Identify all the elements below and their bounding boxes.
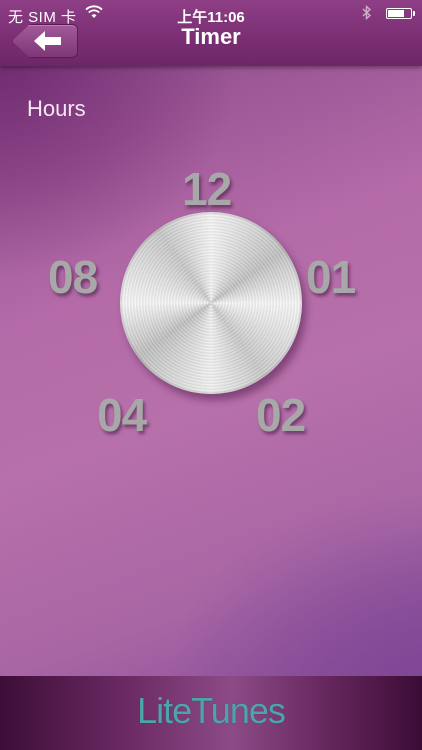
- bluetooth-icon: [362, 4, 372, 23]
- battery-fill: [388, 10, 405, 17]
- page-title: Timer: [181, 24, 241, 49]
- navigation-bar: 无 SIM 卡 上午11:06 Timer: [0, 0, 422, 66]
- dial-option-12[interactable]: 12: [182, 162, 232, 216]
- dial-option-04[interactable]: 04: [97, 388, 147, 442]
- dial-option-01[interactable]: 01: [306, 250, 356, 304]
- timer-knob[interactable]: [120, 212, 302, 394]
- battery-icon: [386, 8, 415, 19]
- hours-label: Hours: [27, 96, 86, 121]
- footer-branding: LiteTunes: [0, 676, 422, 750]
- dial-option-08[interactable]: 08: [48, 250, 98, 304]
- timer-panel: Hours 12 08 01 04 02: [0, 66, 422, 676]
- brand-logo: LiteTunes: [137, 690, 286, 731]
- dial-option-02[interactable]: 02: [256, 388, 306, 442]
